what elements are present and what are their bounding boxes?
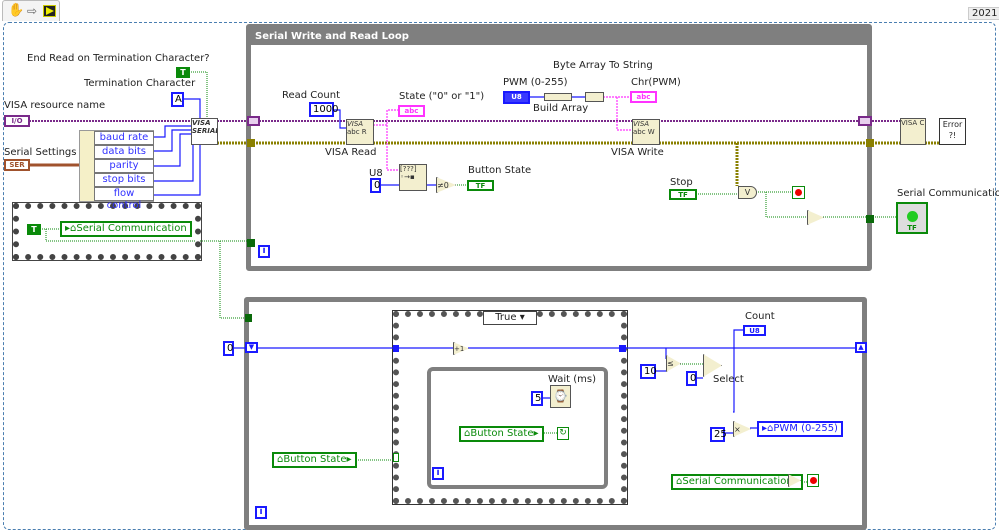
bool-tunnel-loop2 (245, 314, 252, 322)
loop2-stop-terminal[interactable] (807, 474, 819, 487)
end-read-constant[interactable]: T (176, 67, 190, 78)
pwm-control[interactable]: U8 (503, 91, 530, 104)
u8-constant[interactable]: 0 (370, 178, 381, 193)
byte-array-to-string-label: Byte Array To String (553, 60, 653, 71)
button-state-label: Button State (468, 165, 532, 176)
case-selector-terminal (393, 453, 399, 462)
multiplier-constant[interactable]: 25 (710, 427, 727, 442)
inner-button-state-local[interactable]: ⌂Button State▸ (459, 426, 544, 442)
continue-if-true-icon[interactable]: ↻ (557, 427, 569, 440)
cluster-item-baud-rate: baud rate (94, 131, 154, 145)
term-char-constant[interactable]: A (171, 92, 184, 107)
error-tunnel-out (866, 139, 874, 147)
visa-read-label: VISA Read (325, 147, 377, 158)
shift-register-left: ▼ (245, 342, 258, 353)
cluster-item-data-bits: data bits (94, 145, 154, 159)
loop-stop-terminal[interactable] (792, 186, 805, 199)
outer-button-state-local[interactable]: ⌂Button State▸ (272, 452, 357, 468)
cluster-item-parity: parity (94, 159, 154, 173)
serial-communication-local-read[interactable]: ⌂Serial Communication▸ (671, 474, 803, 490)
serial-communication-led: TF (896, 202, 928, 234)
case-tunnel-in (393, 345, 399, 352)
visa-shift-register-right (858, 116, 872, 126)
numeric-wires (153, 96, 855, 434)
unbundle-by-name[interactable]: baud rate data bits parity stop bits flo… (79, 130, 154, 211)
count-indicator: U8 (743, 325, 766, 336)
loop2-iteration-terminal: i (255, 506, 267, 519)
led-icon (907, 211, 918, 222)
button-state-indicator: TF (467, 180, 494, 191)
read-count-label: Read Count (282, 90, 341, 101)
count-label: Count (745, 311, 775, 322)
inner-iteration-terminal: i (432, 467, 444, 480)
serial-communication-local-variable[interactable]: ▸⌂Serial Communication (60, 221, 192, 237)
visa-resource-control[interactable]: I/O (4, 115, 30, 127)
iteration-terminal: i (258, 245, 270, 258)
term-char-label: Termination Character (84, 78, 196, 89)
serial-settings-control[interactable]: SER (4, 159, 30, 171)
select-label: Select (713, 374, 744, 385)
state-label: State ("0" or "1") (399, 91, 485, 102)
bool-tunnel-out (866, 215, 874, 223)
state-indicator: abc (398, 105, 425, 117)
shift-register-right: ▲ (855, 342, 867, 353)
led-type: TF (907, 224, 917, 232)
local-label: Button State (283, 454, 347, 465)
type-cast-node[interactable]: [???] ◦→▪ (399, 164, 427, 191)
visa-write-label: VISA Write (611, 147, 664, 158)
local-label: Button State (470, 428, 534, 439)
serial-settings-label: Serial Settings (4, 147, 77, 158)
visa-write-node[interactable]: VISA abc W (632, 119, 660, 145)
error-tunnel-in (247, 139, 255, 147)
visa-close-node[interactable]: VISA C (900, 118, 926, 145)
wait-constant[interactable]: 5 (531, 391, 543, 406)
local-label: Serial Communication (76, 223, 187, 234)
cluster-item-stop-bits: stop bits (94, 173, 154, 187)
stop-label: Stop (670, 177, 693, 188)
init-constant[interactable]: 0 (223, 341, 234, 356)
pwm-label: PWM (0-255) (503, 77, 568, 88)
compare-constant[interactable]: 10 (640, 364, 657, 379)
error-handler-node[interactable]: Error ?! (939, 118, 966, 145)
cluster-item-flow-control: flow control (94, 187, 154, 211)
pwm-local-variable[interactable]: ▸⌂PWM (0-255) (757, 421, 843, 437)
stop-button-control[interactable]: TF (669, 189, 697, 200)
local-label: PWM (0-255) (773, 423, 838, 434)
chr-pwm-indicator: abc (630, 91, 657, 103)
or-node[interactable]: V (738, 186, 757, 199)
wait-clock-icon[interactable]: ⌚ (550, 385, 571, 408)
build-array-label: Build Array (533, 103, 589, 114)
visa-configure-serial-node[interactable]: VISA SERIAL (191, 118, 218, 145)
bool-tunnel-in (247, 239, 255, 247)
byte-array-to-string-node[interactable] (585, 92, 604, 102)
local-label: Serial Communication (682, 476, 793, 487)
case-tunnel-out (619, 345, 626, 352)
zero-constant[interactable]: 0 (686, 371, 697, 386)
seq-true-constant[interactable]: T (27, 224, 41, 235)
build-array-node[interactable] (544, 93, 572, 101)
chr-pwm-label: Chr(PWM) (631, 77, 681, 88)
visa-shift-register-left (247, 116, 260, 126)
end-read-label: End Read on Termination Character? (27, 53, 210, 64)
visa-read-node[interactable]: VISA abc R (346, 119, 374, 145)
serial-communication-label: Serial Communication (897, 188, 999, 199)
read-count-constant[interactable]: 1000 (309, 102, 338, 117)
visa-resource-label: VISA resource name (4, 100, 106, 111)
